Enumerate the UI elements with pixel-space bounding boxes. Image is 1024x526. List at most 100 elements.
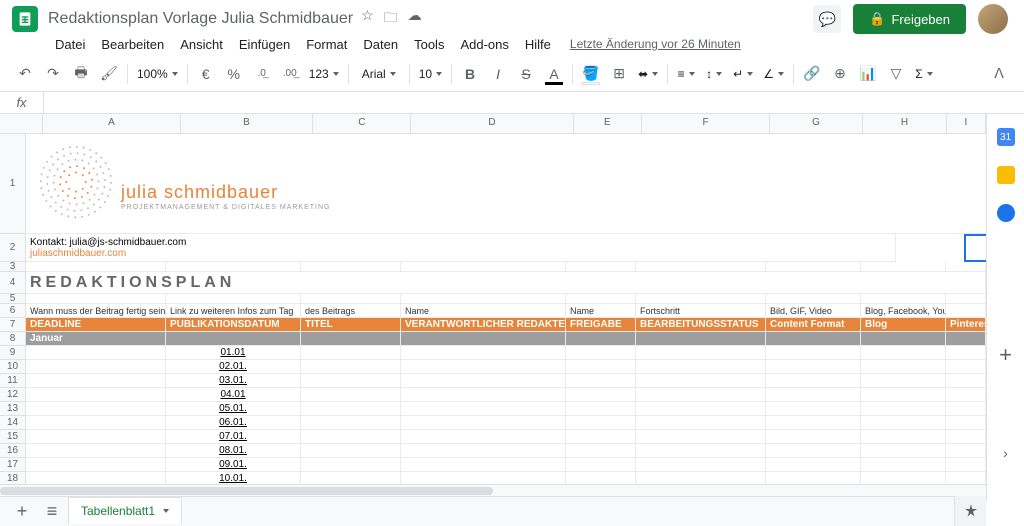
col-header[interactable]: E	[574, 114, 643, 134]
logo-cell[interactable]: julia schmidbauerPROJEKTMANAGEMENT & DIG…	[26, 134, 986, 234]
avatar[interactable]	[978, 4, 1008, 34]
cell[interactable]: Blog	[861, 318, 946, 332]
row-header[interactable]: 4	[0, 272, 26, 294]
cell[interactable]	[401, 332, 566, 346]
menu-item[interactable]: Hilfe	[518, 33, 558, 56]
cloud-icon[interactable]: ☁	[408, 7, 422, 31]
row-header[interactable]: 11	[0, 374, 26, 388]
number-format-select[interactable]: 123	[305, 61, 343, 87]
cell[interactable]	[166, 294, 301, 304]
calendar-sidebar-icon[interactable]: 31	[997, 128, 1015, 146]
cell[interactable]	[401, 360, 566, 374]
cell[interactable]	[636, 444, 766, 458]
cell[interactable]	[301, 332, 401, 346]
cell[interactable]	[861, 430, 946, 444]
comments-button[interactable]: 💬	[813, 5, 841, 33]
last-edit-link[interactable]: Letzte Änderung vor 26 Minuten	[570, 37, 741, 51]
cell[interactable]	[946, 332, 986, 346]
cell[interactable]	[861, 262, 946, 272]
cell[interactable]	[946, 444, 986, 458]
cell[interactable]	[26, 294, 166, 304]
cell[interactable]	[636, 262, 766, 272]
italic-button[interactable]: I	[485, 61, 511, 87]
cell[interactable]	[301, 388, 401, 402]
hide-sidebar-icon[interactable]: ›	[997, 444, 1015, 462]
cell[interactable]	[946, 346, 986, 360]
cell[interactable]	[946, 304, 986, 318]
merge-button[interactable]: ⬌	[634, 61, 662, 87]
cell[interactable]	[301, 360, 401, 374]
cell[interactable]: Blog, Facebook, Youtube	[861, 304, 946, 318]
cell[interactable]: Name	[401, 304, 566, 318]
cell[interactable]	[26, 262, 166, 272]
row-header[interactable]: 17	[0, 458, 26, 472]
menu-item[interactable]: Ansicht	[173, 33, 230, 56]
cell[interactable]	[301, 402, 401, 416]
cell[interactable]	[946, 402, 986, 416]
doc-title[interactable]: Redaktionsplan Vorlage Julia Schmidbauer	[48, 10, 353, 28]
cell[interactable]	[861, 294, 946, 304]
menu-item[interactable]: Datei	[48, 33, 92, 56]
cell[interactable]: Link zu weiteren Infos zum Tag	[166, 304, 301, 318]
menu-item[interactable]: Add-ons	[453, 33, 515, 56]
currency-button[interactable]: €	[193, 61, 219, 87]
cell[interactable]	[401, 294, 566, 304]
cell[interactable]	[401, 262, 566, 272]
cell[interactable]: TITEL	[301, 318, 401, 332]
chart-button[interactable]: 📊	[855, 61, 881, 87]
cell[interactable]	[301, 430, 401, 444]
text-color-button[interactable]: A	[541, 61, 567, 87]
all-sheets-button[interactable]: ≡	[38, 500, 66, 524]
row-header[interactable]: 16	[0, 444, 26, 458]
cell[interactable]	[401, 444, 566, 458]
h-align-button[interactable]: ≡	[673, 61, 699, 87]
contact-cell[interactable]: Kontakt: julia@js-schmidbauer.comjuliasc…	[26, 234, 896, 262]
cell[interactable]: 03.01.	[166, 374, 301, 388]
cell[interactable]	[766, 262, 861, 272]
undo-button[interactable]: ↶	[12, 61, 38, 87]
zoom-select[interactable]: 100%	[133, 61, 182, 87]
sheet-tab[interactable]: Tabellenblatt1	[68, 497, 182, 524]
cell[interactable]	[636, 332, 766, 346]
cell[interactable]	[946, 388, 986, 402]
sheets-logo[interactable]	[12, 6, 38, 32]
cell[interactable]	[861, 458, 946, 472]
move-icon[interactable]: 🗀	[384, 7, 398, 31]
cell[interactable]: Name	[566, 304, 636, 318]
cell[interactable]	[566, 388, 636, 402]
cell[interactable]	[766, 294, 861, 304]
menu-item[interactable]: Tools	[407, 33, 451, 56]
cell[interactable]	[401, 416, 566, 430]
cell[interactable]	[636, 416, 766, 430]
cell[interactable]	[861, 402, 946, 416]
cell[interactable]	[636, 294, 766, 304]
cell[interactable]	[566, 416, 636, 430]
cell[interactable]	[566, 374, 636, 388]
cell[interactable]	[26, 346, 166, 360]
cell[interactable]: 08.01.	[166, 444, 301, 458]
borders-button[interactable]: ⊞	[606, 61, 632, 87]
cell[interactable]	[401, 346, 566, 360]
cell[interactable]	[566, 430, 636, 444]
cell[interactable]	[26, 444, 166, 458]
menu-item[interactable]: Daten	[356, 33, 405, 56]
cell[interactable]	[766, 402, 861, 416]
explore-button[interactable]	[954, 496, 986, 526]
cell[interactable]	[946, 374, 986, 388]
font-size-select[interactable]: 10	[415, 61, 446, 87]
col-header[interactable]: I	[947, 114, 986, 134]
cell[interactable]	[766, 444, 861, 458]
cell[interactable]: 04.01	[166, 388, 301, 402]
cell[interactable]	[766, 374, 861, 388]
col-header[interactable]: F	[642, 114, 770, 134]
cell[interactable]	[766, 458, 861, 472]
font-select[interactable]: Arial	[354, 61, 404, 87]
cell[interactable]	[861, 332, 946, 346]
menu-item[interactable]: Format	[299, 33, 354, 56]
cell[interactable]	[26, 360, 166, 374]
row-header[interactable]: 14	[0, 416, 26, 430]
row-header[interactable]: 9	[0, 346, 26, 360]
cell[interactable]	[766, 430, 861, 444]
cell[interactable]	[166, 332, 301, 346]
add-sheet-button[interactable]: +	[8, 500, 36, 524]
